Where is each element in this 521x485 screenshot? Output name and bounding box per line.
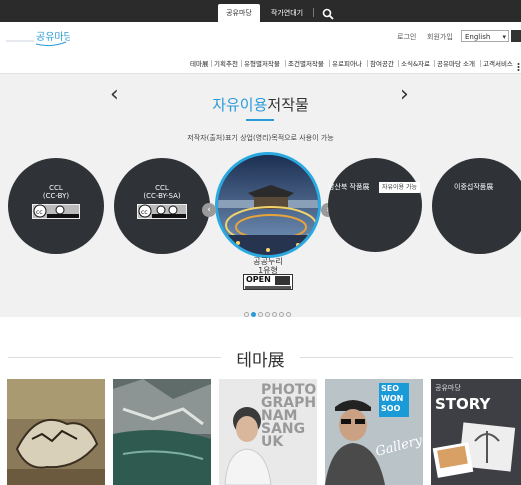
page-dot[interactable] bbox=[258, 312, 263, 317]
page-dot[interactable] bbox=[265, 312, 270, 317]
nav-divider bbox=[329, 60, 330, 67]
theme-section-title: 테마展 bbox=[236, 351, 285, 371]
namsan-exhibit-card[interactable] bbox=[328, 158, 422, 252]
page-dot[interactable] bbox=[272, 312, 277, 317]
nav-theme[interactable]: 테마展 bbox=[190, 58, 208, 68]
language-value: English bbox=[465, 33, 491, 41]
login-link[interactable]: 로그인 bbox=[397, 32, 416, 42]
cc-by-sa-badge-icon: cc bbox=[137, 204, 187, 219]
signup-link[interactable]: 회원가입 bbox=[427, 32, 453, 42]
hero-subtitle: 저작자(출처)표기 상업(영리)목적으로 사용이 가능 bbox=[187, 134, 334, 142]
namsan-exhibit-label: 남산북 작품展 bbox=[328, 183, 370, 191]
hero-title: 자유이용저작물 bbox=[212, 96, 309, 114]
nav-community[interactable]: 참여공간 bbox=[370, 58, 394, 68]
nav-divider bbox=[285, 60, 286, 67]
nav-divider bbox=[480, 60, 481, 67]
theme-thumb-painting[interactable] bbox=[7, 379, 105, 485]
lee-jungseop-label: 이중섭작품展 bbox=[454, 183, 494, 191]
page-dot[interactable] bbox=[279, 312, 284, 317]
nav-divider bbox=[241, 60, 242, 67]
nav-by-condition[interactable]: 조건별저작물 bbox=[288, 58, 324, 68]
top-bar bbox=[0, 0, 521, 22]
page-dot[interactable] bbox=[286, 312, 291, 317]
free-use-tag: 자유이용 가능 bbox=[379, 182, 421, 193]
tab-gongyumadang[interactable]: 공유마당 bbox=[218, 4, 260, 22]
nav-divider bbox=[434, 60, 435, 67]
tab-author-chronicle[interactable]: 작가연대기 bbox=[264, 4, 310, 22]
theme-thumb-seo-won-soo[interactable]: SEO WON SOO Gallery bbox=[325, 379, 423, 485]
more-menu-icon[interactable] bbox=[517, 57, 520, 71]
ccl-by-sa-label: CCL (CC-BY-SA) bbox=[143, 184, 181, 200]
nav-divider bbox=[211, 60, 212, 67]
nav-europeana[interactable]: 유로피아나 bbox=[332, 58, 362, 68]
thumb-title-text: STORY bbox=[435, 395, 491, 413]
thumb-title-text: PHOTOGRAPHERNAMSANGUK bbox=[261, 382, 317, 450]
carousel-pagination bbox=[244, 302, 293, 321]
thumb-title-text: SEO WON SOO bbox=[381, 384, 404, 413]
open-license-badge: OPEN bbox=[243, 274, 293, 290]
theme-thumb-story[interactable]: 공유마당 STORY bbox=[431, 379, 521, 485]
lee-jungseop-card[interactable] bbox=[432, 158, 521, 254]
language-select[interactable]: English ▾ bbox=[461, 30, 509, 42]
topbar-divider bbox=[313, 8, 314, 17]
nav-about[interactable]: 공유마당 소개 bbox=[437, 58, 475, 68]
nav-divider bbox=[398, 60, 399, 67]
nav-divider bbox=[367, 60, 368, 67]
theme-thumb-nam-sang-uk[interactable]: PHOTOGRAPHERNAMSANGUK bbox=[219, 379, 317, 485]
hero-title-underline bbox=[246, 119, 274, 121]
chevron-down-icon: ▾ bbox=[502, 33, 506, 41]
carousel-prev-icon[interactable]: ‹ bbox=[202, 203, 216, 217]
public-nuri-card[interactable] bbox=[215, 152, 321, 258]
language-go-button[interactable] bbox=[511, 30, 521, 42]
logo-text: 공유마당 bbox=[36, 31, 70, 43]
nav-news[interactable]: 소식&자료 bbox=[401, 58, 430, 68]
svg-text:cc: cc bbox=[141, 209, 148, 216]
page-dot-active[interactable] bbox=[251, 312, 256, 317]
nav-featured[interactable]: 기획추천 bbox=[214, 58, 238, 68]
ccl-by-label: CCL (CC-BY) bbox=[42, 184, 70, 200]
svg-text:cc: cc bbox=[36, 209, 43, 216]
cc-by-badge-icon: cc bbox=[32, 204, 80, 219]
search-icon[interactable] bbox=[322, 5, 334, 20]
nav-customer-service[interactable]: 고객서비스 bbox=[483, 58, 513, 68]
nav-by-type[interactable]: 유형별저작물 bbox=[244, 58, 280, 68]
theme-thumb-landscape[interactable] bbox=[113, 379, 211, 485]
page-dot[interactable] bbox=[244, 312, 249, 317]
site-logo[interactable]: 공유마당 bbox=[6, 28, 73, 50]
